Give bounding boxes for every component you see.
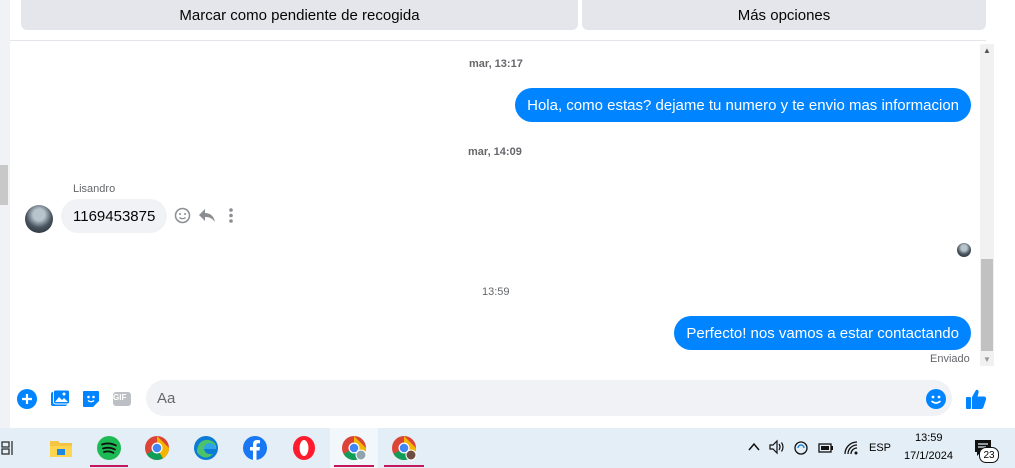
chrome-running-indicator	[334, 465, 374, 467]
chevron-up-icon[interactable]	[748, 442, 760, 452]
read-receipt-avatar	[957, 243, 971, 257]
composer: GIF Aa	[10, 372, 994, 428]
more-options-button[interactable]: Más opciones	[582, 0, 986, 30]
opera-icon[interactable]	[290, 434, 318, 462]
message-input[interactable]: Aa	[146, 380, 952, 416]
reply-icon[interactable]	[198, 208, 216, 223]
right-margin	[994, 0, 1015, 428]
add-icon[interactable]	[16, 388, 38, 410]
spotify-running-indicator	[90, 465, 128, 467]
edge-icon[interactable]	[192, 434, 220, 462]
sender-name: Lisandro	[73, 183, 116, 195]
incoming-message[interactable]: 1169453875	[61, 199, 168, 233]
react-icon[interactable]	[174, 207, 191, 224]
emoji-icon[interactable]	[925, 388, 947, 410]
timestamp-divider: 13:59	[482, 286, 510, 298]
chrome-running-indicator	[384, 465, 424, 467]
clock-time[interactable]: 13:59	[915, 432, 943, 444]
scroll-up-icon[interactable]: ▲	[983, 46, 991, 55]
left-scrollbar-thumb[interactable]	[0, 165, 8, 205]
facebook-icon[interactable]	[241, 434, 269, 462]
chat-scrollbar[interactable]: ▲ ▼	[980, 44, 994, 366]
sent-status: Enviado	[930, 353, 970, 365]
spotify-icon[interactable]	[95, 434, 123, 462]
chrome-profile-2-icon[interactable]	[390, 434, 418, 462]
thumbs-up-icon[interactable]	[964, 387, 988, 411]
volume-icon[interactable]	[768, 439, 786, 455]
timestamp-divider: mar, 13:17	[469, 58, 523, 70]
outgoing-message[interactable]: Perfecto! nos vamos a estar contactando	[674, 316, 971, 350]
scroll-down-icon[interactable]: ▼	[983, 355, 991, 364]
windows-taskbar: ESP 13:59 17/1/2024 23	[0, 428, 1015, 468]
chrome-icon[interactable]	[143, 434, 171, 462]
timestamp-divider: mar, 14:09	[468, 146, 522, 158]
left-scrollbar[interactable]	[0, 0, 10, 428]
scrollbar-thumb[interactable]	[981, 259, 993, 351]
clock-date[interactable]: 17/1/2024	[904, 450, 953, 462]
language-indicator[interactable]: ESP	[869, 442, 891, 454]
file-explorer-icon[interactable]	[47, 434, 75, 462]
avatar[interactable]	[25, 205, 53, 233]
task-view-icon[interactable]	[0, 440, 18, 456]
mark-pending-button[interactable]: Marcar como pendiente de recogida	[21, 0, 578, 30]
photo-icon[interactable]	[49, 388, 71, 410]
sync-icon[interactable]	[793, 440, 811, 456]
wifi-icon[interactable]	[843, 440, 861, 456]
gif-label: GIF	[113, 393, 127, 402]
notification-badge: 23	[979, 447, 999, 463]
sticker-icon[interactable]	[80, 388, 102, 410]
action-bar: Marcar como pendiente de recogida Más op…	[10, 0, 986, 41]
gif-icon[interactable]: GIF	[111, 388, 133, 410]
chrome-profile-1-icon[interactable]	[340, 434, 368, 462]
battery-icon[interactable]	[817, 440, 835, 456]
messenger-window: Marcar como pendiente de recogida Más op…	[0, 0, 1015, 428]
more-icon[interactable]	[227, 207, 235, 224]
outgoing-message[interactable]: Hola, como estas? dejame tu numero y te …	[515, 88, 971, 122]
